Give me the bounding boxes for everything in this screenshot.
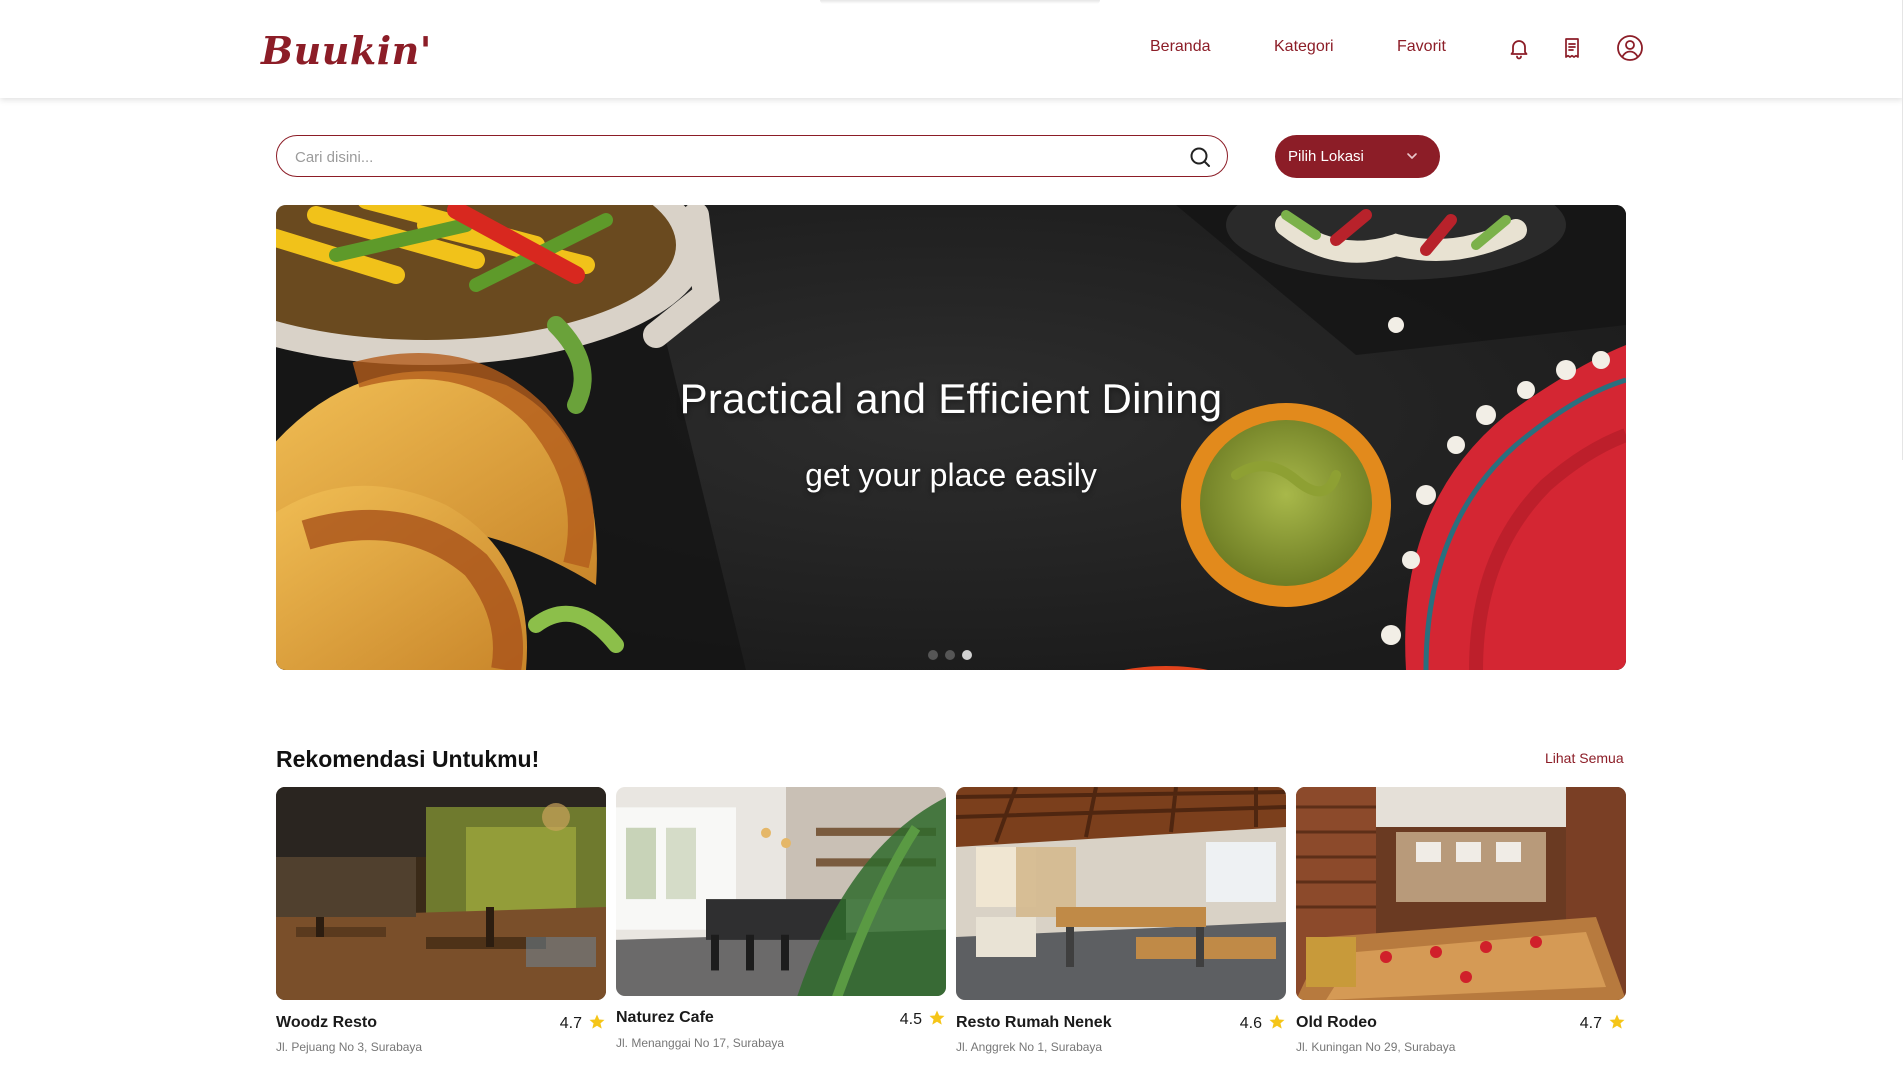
restaurant-address: Jl. Pejuang No 3, Surabaya	[276, 1040, 423, 1054]
resto-rumah-nenek-photo	[956, 787, 1286, 1000]
nav-kategori[interactable]: Kategori	[1274, 38, 1334, 56]
nav-beranda[interactable]: Beranda	[1150, 38, 1211, 56]
restaurant-rating: 4.7	[1580, 1013, 1626, 1033]
restaurant-rating: 4.5	[900, 1009, 946, 1029]
star-icon	[1609, 1014, 1625, 1029]
restaurant-image[interactable]	[956, 787, 1286, 1000]
star-icon	[929, 1010, 945, 1025]
user-account-icon[interactable]	[1616, 34, 1644, 62]
restaurant-name[interactable]: Woodz Resto	[276, 1014, 377, 1032]
chevron-down-icon	[1407, 153, 1417, 159]
carousel-indicators	[928, 647, 979, 660]
rating-value: 4.7	[559, 1015, 582, 1032]
search-input[interactable]	[293, 145, 1177, 169]
restaurant-rating: 4.7	[560, 1013, 606, 1033]
restaurant-name[interactable]: Resto Rumah Nenek	[956, 1014, 1112, 1032]
restaurant-name[interactable]: Old Rodeo	[1296, 1014, 1377, 1032]
carousel-dot-1[interactable]	[928, 650, 938, 660]
restaurant-image[interactable]	[616, 787, 946, 996]
restaurant-address: Jl. Menanggai No 17, Surabaya	[616, 1036, 785, 1050]
hero-food-image	[276, 205, 1626, 670]
rating-value: 4.5	[899, 1011, 922, 1028]
hero-subtitle: get your place easily	[805, 457, 1097, 493]
see-all-link[interactable]: Lihat Semua	[1545, 750, 1624, 766]
top-tab-shadow	[820, 0, 1100, 4]
top-navbar: Buukin' Beranda Kategori Favorit	[0, 0, 1903, 98]
search-bar	[276, 135, 1228, 177]
star-icon	[1269, 1014, 1285, 1029]
nav-favorit[interactable]: Favorit	[1397, 38, 1446, 56]
carousel-dot-3[interactable]	[962, 650, 972, 660]
restaurant-image[interactable]	[276, 787, 606, 1000]
carousel-dot-2[interactable]	[945, 650, 955, 660]
hero-carousel[interactable]: Practical and Efficient Dining get your …	[276, 205, 1626, 670]
naturez-cafe-photo	[616, 787, 946, 996]
restaurant-address: Jl. Anggrek No 1, Surabaya	[956, 1040, 1103, 1054]
section-title-recommendations: Rekomendasi Untukmu!	[276, 746, 540, 772]
location-dropdown[interactable]: Pilih Lokasi	[1275, 135, 1440, 178]
star-icon	[589, 1014, 605, 1029]
restaurant-rating: 4.6	[1240, 1013, 1286, 1033]
hero-title: Practical and Efficient Dining	[679, 375, 1223, 422]
rating-value: 4.6	[1239, 1015, 1262, 1032]
receipt-icon[interactable]	[1560, 36, 1584, 60]
search-icon[interactable]	[1189, 146, 1211, 168]
restaurant-name[interactable]: Naturez Cafe	[616, 1009, 714, 1027]
restaurant-image[interactable]	[1296, 787, 1626, 1000]
rating-value: 4.7	[1579, 1015, 1602, 1032]
restaurant-address: Jl. Kuningan No 29, Surabaya	[1296, 1040, 1456, 1054]
location-dropdown-label: Pilih Lokasi	[1288, 148, 1364, 165]
old-rodeo-photo	[1296, 787, 1626, 1000]
bell-icon[interactable]	[1507, 36, 1531, 60]
woodz-resto-photo	[276, 787, 606, 1000]
app-logo[interactable]: Buukin'	[261, 28, 432, 73]
